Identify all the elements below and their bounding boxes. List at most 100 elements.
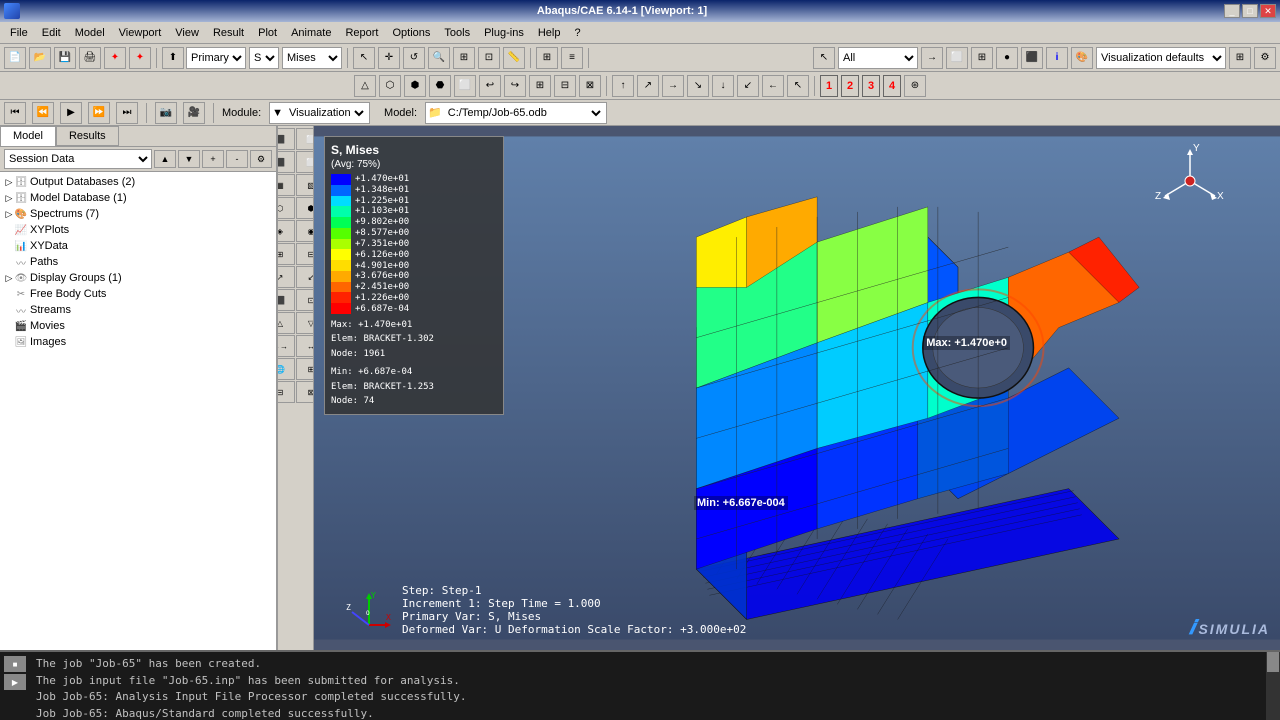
print-button[interactable]: 🖨 (79, 47, 101, 69)
stb-btn23[interactable]: ⊟ (278, 381, 295, 403)
stb-btn14[interactable]: ↙ (296, 266, 314, 288)
menu-tools[interactable]: Tools (438, 25, 476, 41)
model-select[interactable]: C:/Temp/Job-65.odb (444, 102, 604, 124)
stb-btn10[interactable]: ◉ (296, 220, 314, 242)
shape9[interactable]: ⊟ (554, 75, 576, 97)
console-stop-btn[interactable]: ■ (4, 656, 26, 672)
cons2[interactable]: ↗ (637, 75, 659, 97)
stb-btn11[interactable]: ⊞ (278, 243, 295, 265)
forward-end-button[interactable]: ⏭ (116, 102, 138, 124)
num-extra[interactable]: ⊛ (904, 75, 926, 97)
tree-item-paths[interactable]: ▷ 〰 Paths (2, 254, 274, 270)
menu-edit[interactable]: Edit (36, 25, 67, 41)
ruler-button[interactable]: 📏 (503, 47, 525, 69)
session-dropdown[interactable]: Session Data (4, 149, 152, 169)
stb-btn15[interactable]: ⬛ (278, 289, 295, 311)
menu-file[interactable]: File (4, 25, 34, 41)
menu-viewport[interactable]: Viewport (113, 25, 168, 41)
next-button[interactable]: ⏩ (88, 102, 110, 124)
menu-help[interactable]: Help (532, 25, 567, 41)
arrow-button[interactable]: → (921, 47, 943, 69)
maximize-button[interactable]: □ (1242, 4, 1258, 18)
session-down[interactable]: ▼ (178, 150, 200, 168)
cons7[interactable]: ← (762, 75, 784, 97)
tree-item-movies[interactable]: ▷ 🎬 Movies (2, 318, 274, 334)
stb-btn8[interactable]: ⬢ (296, 197, 314, 219)
primary-icon[interactable]: ⬆ (162, 47, 184, 69)
play-button[interactable]: ▶ (60, 102, 82, 124)
menu-view[interactable]: View (169, 25, 205, 41)
prev-button[interactable]: ⏪ (32, 102, 54, 124)
shape3[interactable]: ⬢ (404, 75, 426, 97)
window-controls[interactable]: _ □ ✕ (1224, 4, 1276, 18)
menu-plot[interactable]: Plot (252, 25, 283, 41)
tree-item-streams[interactable]: ▷ 〰 Streams (2, 302, 274, 318)
shape5[interactable]: ⬜ (454, 75, 476, 97)
tab-results[interactable]: Results (56, 126, 119, 146)
zoom-in-button[interactable]: 🔍 (428, 47, 450, 69)
rewind-button[interactable]: ⏮ (4, 102, 26, 124)
expand-icon-output-dbs[interactable]: ▷ (4, 177, 14, 188)
shape10[interactable]: ⊠ (579, 75, 601, 97)
cons1[interactable]: ↑ (612, 75, 634, 97)
stb-btn12[interactable]: ⊟ (296, 243, 314, 265)
session-add[interactable]: + (202, 150, 224, 168)
cons5[interactable]: ↓ (712, 75, 734, 97)
zoom-box-button[interactable]: ⊞ (453, 47, 475, 69)
stb-btn13[interactable]: ↗ (278, 266, 295, 288)
s-select[interactable]: S (249, 47, 279, 69)
menu-model[interactable]: Model (69, 25, 111, 41)
stb-btn1[interactable]: ⬛ (278, 128, 295, 150)
cons3[interactable]: → (662, 75, 684, 97)
pan-button[interactable]: ✛ (378, 47, 400, 69)
cons8[interactable]: ↖ (787, 75, 809, 97)
menu-plugins[interactable]: Plug-ins (478, 25, 530, 41)
all-select[interactable]: All (838, 47, 918, 69)
stb-btn16[interactable]: ⊡ (296, 289, 314, 311)
tab-model[interactable]: Model (0, 126, 56, 146)
danger-button[interactable]: ✦ (129, 47, 151, 69)
session-remove[interactable]: - (226, 150, 248, 168)
module-dropdown-icon[interactable]: ▼ (272, 107, 283, 119)
stb-btn17[interactable]: △ (278, 312, 295, 334)
console-next-btn[interactable]: ▶ (4, 674, 26, 690)
stb-btn9[interactable]: ◈ (278, 220, 295, 242)
stb-btn21[interactable]: 🌐 (278, 358, 295, 380)
info-button[interactable]: i (1046, 47, 1068, 69)
viewport[interactable]: S, Mises (Avg: 75%) +1.470e+01+1.348e+01… (314, 126, 1280, 650)
viz-defaults-select[interactable]: Visualization defaults (1096, 47, 1226, 69)
num4-btn[interactable]: 4 (883, 75, 901, 97)
menu-options[interactable]: Options (386, 25, 436, 41)
minimize-button[interactable]: _ (1224, 4, 1240, 18)
shape7[interactable]: ↪ (504, 75, 526, 97)
session-settings[interactable]: ⚙ (250, 150, 272, 168)
video-button[interactable]: 🎥 (183, 102, 205, 124)
save-button[interactable]: 💾 (54, 47, 76, 69)
undo-button[interactable]: ✦ (104, 47, 126, 69)
module-select[interactable]: Visualization (285, 102, 367, 124)
sphere-button[interactable]: ● (996, 47, 1018, 69)
cons4[interactable]: ↘ (687, 75, 709, 97)
shape2[interactable]: ⬡ (379, 75, 401, 97)
vp-config-button[interactable]: ⚙ (1254, 47, 1276, 69)
shape8[interactable]: ⊞ (529, 75, 551, 97)
num1-btn[interactable]: 1 (820, 75, 838, 97)
shape1[interactable]: △ (354, 75, 376, 97)
fit-button[interactable]: ⊡ (478, 47, 500, 69)
tree-item-images[interactable]: ▷ 🖼 Images (2, 334, 274, 350)
stb-btn18[interactable]: ▽ (296, 312, 314, 334)
num2-btn[interactable]: 2 (841, 75, 859, 97)
stb-btn20[interactable]: ↔ (296, 335, 314, 357)
num3-btn[interactable]: 3 (862, 75, 880, 97)
menu-report[interactable]: Report (339, 25, 384, 41)
menu-question[interactable]: ? (568, 25, 586, 41)
expand-icon-display-groups[interactable]: ▷ (4, 273, 14, 284)
mesh-button[interactable]: ⊞ (971, 47, 993, 69)
stb-btn4[interactable]: ⬜ (296, 151, 314, 173)
rotate-button[interactable]: ↺ (403, 47, 425, 69)
grid-button[interactable]: ⊞ (536, 47, 558, 69)
vp-layout-button[interactable]: ⊞ (1229, 47, 1251, 69)
console-scrollbar[interactable] (1266, 652, 1280, 720)
color-button[interactable]: 🎨 (1071, 47, 1093, 69)
tree-item-free-body-cuts[interactable]: ▷ ✂ Free Body Cuts (2, 286, 274, 302)
